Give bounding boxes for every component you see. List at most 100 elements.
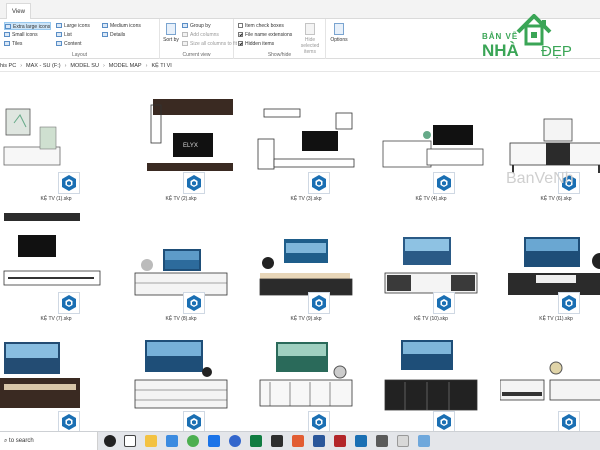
sketchup-file-icon <box>437 295 451 311</box>
tv-cabinet-preview <box>382 125 484 168</box>
file-explorer-icon[interactable] <box>145 435 157 447</box>
layout-details[interactable]: Details <box>102 31 125 39</box>
tv-cabinet-preview <box>259 239 353 296</box>
layout-list[interactable]: List <box>56 31 72 39</box>
chevron-right-icon: › <box>20 63 23 69</box>
sketchup-file-icon <box>562 414 576 430</box>
file-name-label: KỆ TV (6).skp <box>540 196 572 202</box>
file-tile[interactable]: KỆ TV (3).skp <box>250 83 362 202</box>
file-tile[interactable]: KỆ TV (10).skp <box>375 203 487 322</box>
breadcrumb-model-map[interactable]: MODEL MAP <box>109 60 142 72</box>
sketchup-file-icon <box>562 295 576 311</box>
file-thumbnail <box>250 83 362 177</box>
file-tile[interactable]: KỆ TV (8).skp <box>125 203 237 322</box>
taskbar-search-box[interactable]: ⌕ to search <box>0 432 98 450</box>
task-view-icon[interactable] <box>124 435 136 447</box>
tab-view[interactable]: View <box>6 3 31 19</box>
layout-extra-large-icons[interactable]: Extra large icons <box>4 22 52 30</box>
file-tile[interactable]: KỆ TV (11).skp <box>500 203 600 322</box>
banvenhadep-logo: BẢN VẼ NHÀ ĐẸP <box>478 14 590 62</box>
sketchup-badge <box>183 172 205 194</box>
file-tile[interactable]: KỆ TV (14).skp <box>125 322 237 431</box>
file-tile[interactable]: ELYX KỆ TV (2).skp <box>125 83 237 202</box>
current-view-group-label: Current view <box>182 52 211 58</box>
app-icon[interactable] <box>292 435 304 447</box>
file-tile[interactable]: KỆ TV (15).skp <box>250 322 362 431</box>
group-by-button[interactable]: Group by <box>182 22 211 30</box>
sketchup-taskbar-icon[interactable] <box>355 435 367 447</box>
show-hide-group-label: Show/hide <box>267 52 292 58</box>
breadcrumb-ke-ti-vi[interactable]: KỆ TI VI <box>151 60 171 72</box>
file-thumbnail <box>500 322 600 416</box>
hidden-items-toggle[interactable]: Hidden items <box>238 40 274 48</box>
app-icon[interactable] <box>397 435 409 447</box>
cortana-icon[interactable] <box>104 435 116 447</box>
breadcrumb-this-pc[interactable]: his PC <box>0 60 16 72</box>
chevron-right-icon: › <box>102 63 105 69</box>
sketchup-badge <box>558 411 580 431</box>
sketchup-file-icon <box>62 175 76 191</box>
file-thumbnail <box>125 322 237 416</box>
tv-cabinet-preview <box>384 237 478 294</box>
add-columns-button[interactable]: Add columns <box>182 31 219 39</box>
layout-tiles[interactable]: Tiles <box>4 40 22 48</box>
chevron-right-icon: › <box>145 63 148 69</box>
file-tile[interactable]: KỆ TV (16).skp <box>375 322 487 431</box>
add-columns-icon <box>182 32 188 38</box>
hide-selected-icon <box>305 23 315 35</box>
sketchup-file-icon <box>187 414 201 430</box>
file-explorer-window: View Extra large icons Large icons Mediu… <box>0 0 600 450</box>
file-tile[interactable]: KỆ TV (13).skp <box>0 322 112 431</box>
tv-cabinet-preview: ELYX <box>147 99 233 171</box>
options-button[interactable]: Options <box>328 23 350 43</box>
browser-icon[interactable] <box>229 435 241 447</box>
hide-selected-items-button[interactable]: Hide selected items <box>296 23 324 55</box>
item-check-boxes-toggle[interactable]: Item check boxes <box>238 22 284 30</box>
store-icon[interactable] <box>166 435 178 447</box>
app-icon[interactable] <box>334 435 346 447</box>
file-thumbnail <box>500 203 600 297</box>
layout-content[interactable]: Content <box>56 40 82 48</box>
layout-medium-icons[interactable]: Medium icons <box>102 22 141 30</box>
checkbox-checked-icon <box>238 32 243 38</box>
terminal-icon[interactable] <box>271 435 283 447</box>
current-view-group: Sort by Group by Add columns Size all co… <box>160 19 237 59</box>
app-icon[interactable] <box>208 435 220 447</box>
file-thumbnail <box>250 322 362 416</box>
sort-by-icon <box>166 23 176 35</box>
logo-top-text: BẢN VẼ <box>482 32 519 41</box>
sketchup-badge <box>58 172 80 194</box>
layout-group: Extra large icons Large icons Medium ico… <box>0 19 160 59</box>
sort-by-button[interactable]: Sort by <box>162 23 180 43</box>
file-tile[interactable]: KỆ TV (4).skp <box>375 83 487 202</box>
sketchup-badge <box>308 292 330 314</box>
file-thumbnail: ELYX <box>125 83 237 177</box>
layout-small-icons[interactable]: Small icons <box>4 31 38 39</box>
chrome-icon[interactable] <box>187 435 199 447</box>
file-tile[interactable]: KỆ TV (7).skp <box>0 203 112 322</box>
file-tile[interactable]: KỆ TV (17).skp <box>500 322 600 431</box>
tv-cabinet-preview <box>257 108 355 170</box>
tv-cabinet-preview <box>509 118 600 173</box>
sketchup-badge <box>183 292 205 314</box>
file-thumbnail <box>0 322 112 416</box>
file-tile[interactable]: KỆ TV (9).skp <box>250 203 362 322</box>
large-icons-icon <box>56 23 62 29</box>
file-tile[interactable]: KỆ TV (1).skp <box>0 83 112 202</box>
word-icon[interactable] <box>313 435 325 447</box>
tv-cabinet-preview <box>500 361 600 401</box>
tv-cabinet-preview <box>3 213 101 286</box>
file-name-extensions-toggle[interactable]: File name extensions <box>238 31 292 39</box>
checkbox-unchecked-icon <box>238 23 243 29</box>
details-icon <box>102 32 108 38</box>
excel-icon[interactable] <box>250 435 262 447</box>
breadcrumb-model-su[interactable]: MODEL SU <box>70 60 99 72</box>
tv-cabinet-preview <box>0 342 80 408</box>
app-icon[interactable] <box>418 435 430 447</box>
size-all-columns-button[interactable]: Size all columns to fit <box>182 40 237 48</box>
app-icon[interactable] <box>376 435 388 447</box>
layout-large-icons[interactable]: Large icons <box>56 22 90 30</box>
sketchup-file-icon <box>437 175 451 191</box>
breadcrumb-drive[interactable]: MAX - SU (F:) <box>26 60 61 72</box>
file-thumbnail <box>375 203 487 297</box>
